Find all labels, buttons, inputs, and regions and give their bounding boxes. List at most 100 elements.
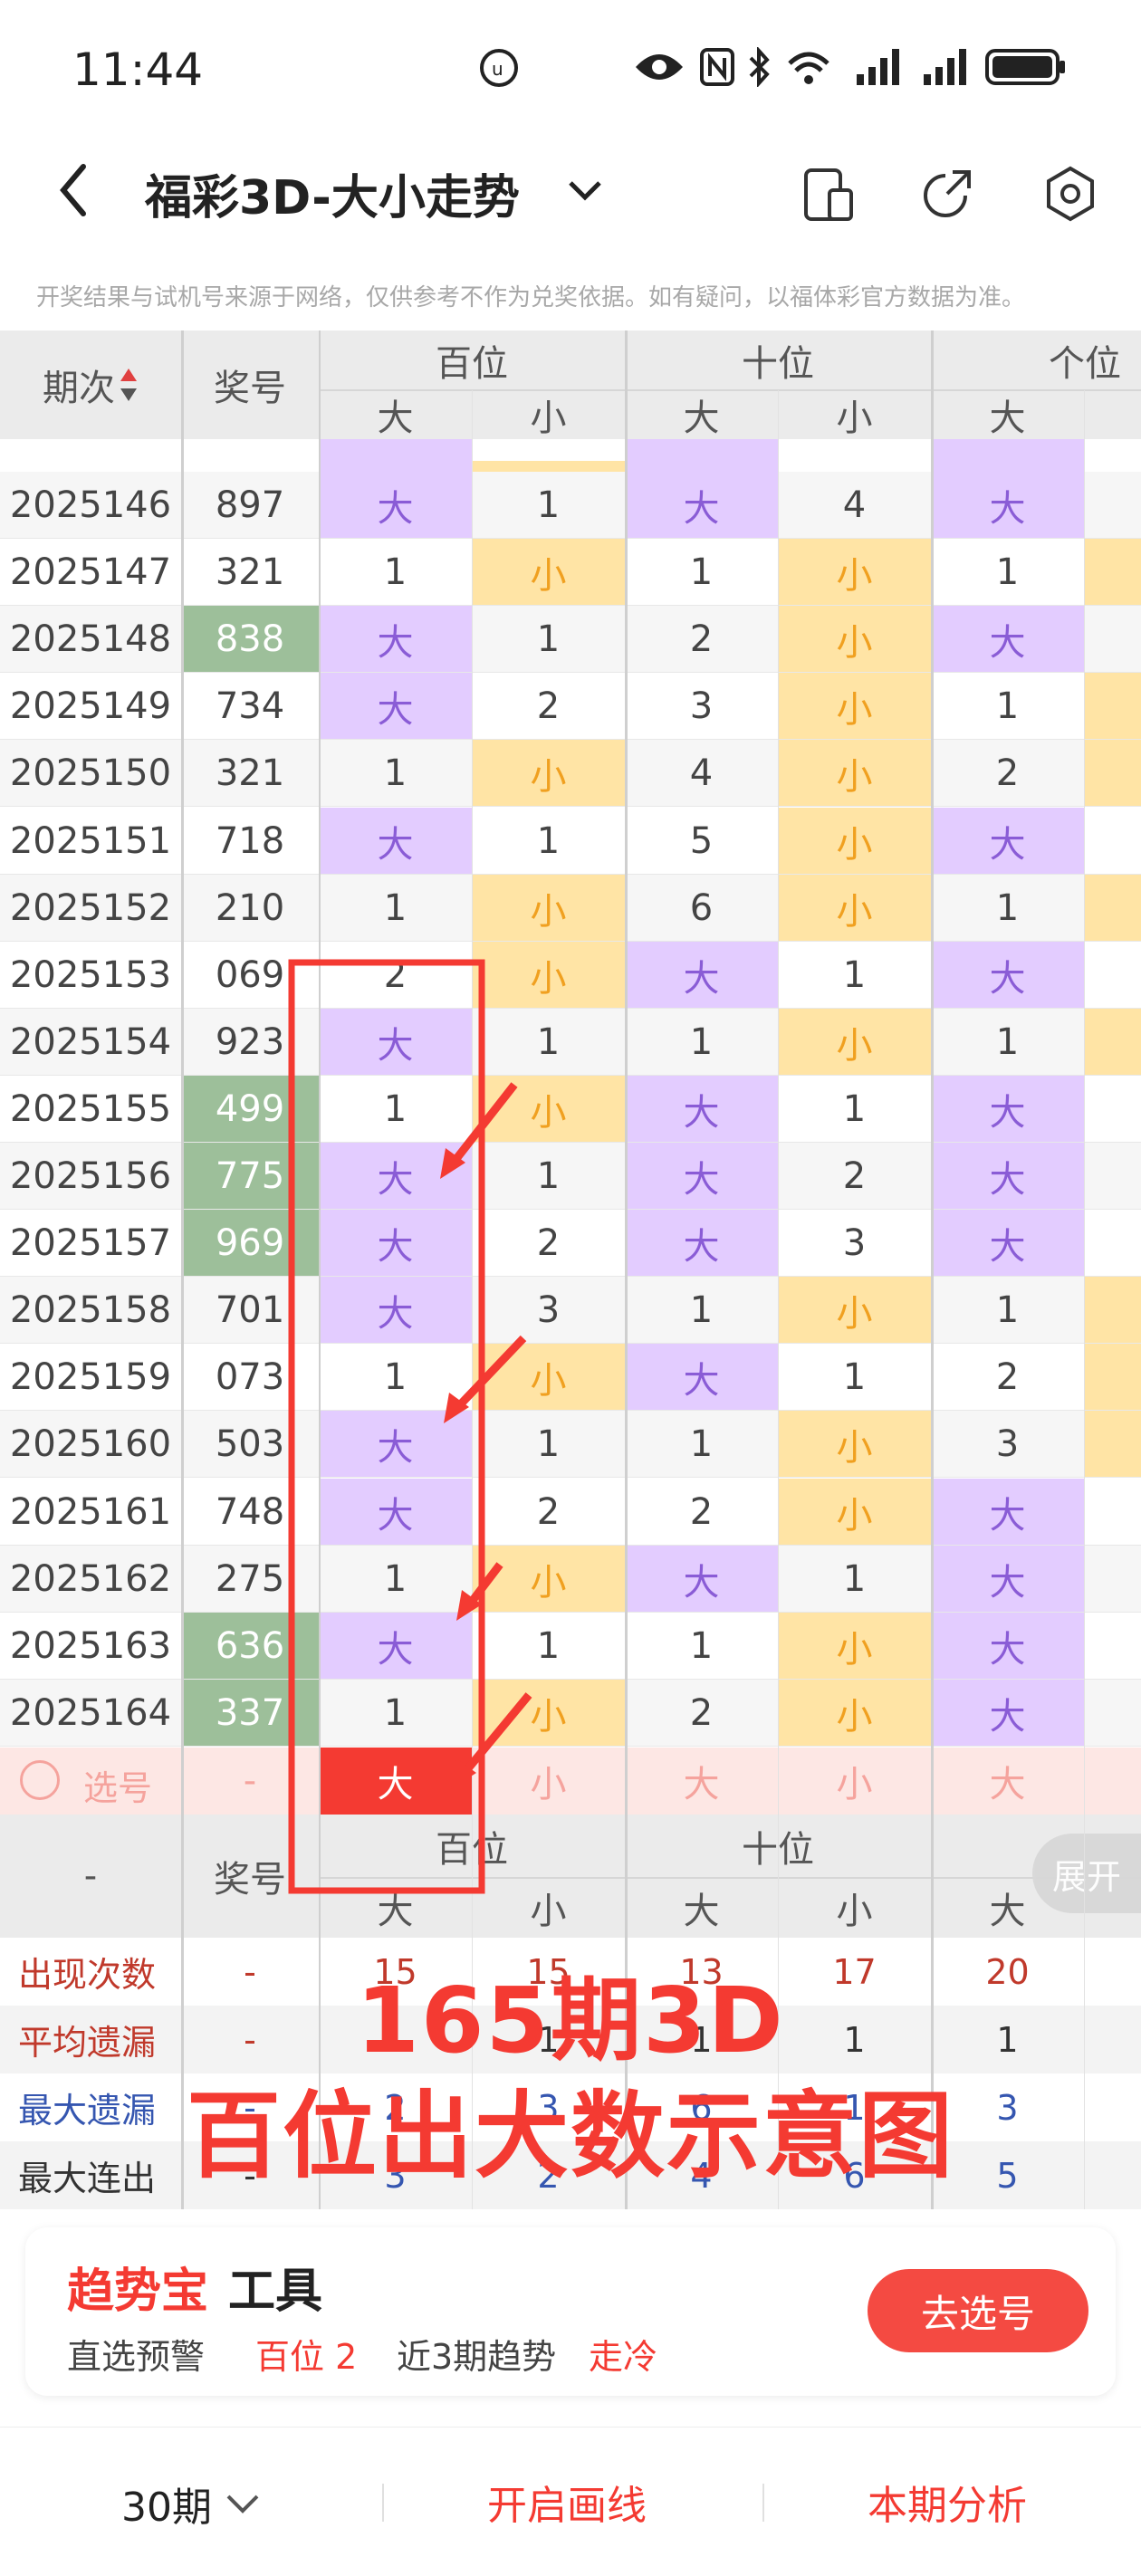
table-row: 2025163 636 大 1 1 小大 [0,1613,1141,1680]
trend-cell: 2 [536,1222,561,1264]
period-cell: 2025162 [9,1558,172,1600]
trend-cell: 大 [319,1277,472,1344]
table-row: 2025150 321 1 小 4 小 2 [0,740,1141,807]
trend-cell: 3 [536,1289,561,1331]
trend-cell: 1 [689,551,714,593]
select-row[interactable]: 选号 - 大 小 大 小 大 [0,1748,1141,1815]
select-cell-hundreds-big[interactable]: 大 [319,1748,472,1815]
table-row: 2025161 748 大 2 2 小大 [0,1479,1141,1546]
status-bar: 11:44 u [0,0,1141,136]
trend-cell: 大 [931,942,1084,1009]
trend-cell: 1 [536,1021,561,1063]
number-header: 奖号 [214,368,286,409]
page-title[interactable]: 福彩3D-大小走势 [145,159,520,227]
trend-cell: 大 [625,1546,778,1613]
trend-cell: 小 [778,1411,931,1478]
trend-cell: 大 [625,1076,778,1143]
settings-icon[interactable] [1043,165,1098,223]
trend-cell: 大 [931,1680,1084,1747]
trend-cell: 大 [931,1546,1084,1613]
trend-cell: 6 [689,887,714,929]
trend-cell-edge [1084,808,1141,875]
select-radio[interactable] [20,1760,60,1800]
draw-line-button[interactable]: 开启画线 [487,2473,647,2531]
number-cell: 499 [181,1076,319,1143]
trend-cell: 小 [778,673,931,740]
trend-cell: 大 [319,808,472,875]
trend-cell: 大 [931,1076,1084,1143]
share-icon[interactable] [920,167,974,221]
trend-cell: 1 [842,954,867,996]
trend-cell: 小 [472,1546,625,1613]
expand-button[interactable]: 展开 [1032,1834,1141,1913]
bottom-bar: 30期 开启画线 本期分析 [0,2427,1141,2576]
trend-cell: 1 [383,1692,408,1734]
trend-cell: 大 [625,1344,778,1411]
trend-cell: 大 [319,1479,472,1546]
eye-icon [636,54,683,80]
number-cell: 718 [215,820,285,862]
number-cell: 275 [215,1558,285,1600]
trend-cell: 小 [472,942,625,1009]
trend-cell: 1 [536,484,561,526]
number-cell: 701 [215,1289,285,1331]
chevron-down-icon[interactable] [565,177,605,205]
period-cell: 2025151 [9,820,172,862]
trend-cell: 2 [689,1692,714,1734]
analysis-button[interactable]: 本期分析 [868,2473,1027,2531]
trend-cell: 大 [319,1613,472,1680]
number-cell: 073 [215,1356,285,1398]
trend-cell: 1 [689,1625,714,1667]
table-row: 2025152 210 1 小 6 小 1 [0,875,1141,942]
trend-cell: 3 [689,685,714,727]
svg-text:u: u [492,58,503,80]
select-cell-tens-small[interactable]: 小 [778,1748,931,1815]
device-icon[interactable] [802,167,855,223]
trend-value: 走冷 [589,2337,658,2377]
trend-cell: 大 [625,472,778,539]
trend-cell-edge [1084,740,1141,807]
trend-cell-edge [1084,1546,1141,1613]
period-header[interactable]: 期次 [0,330,181,439]
ones-big-header: 大 [989,397,1026,439]
select-cell-ones-big[interactable]: 大 [931,1748,1084,1815]
footer-header: - 奖号 百位 十位 大 小 大 小 大 [0,1815,1141,1938]
trend-cell: 1 [995,1021,1020,1063]
trend-cell-edge [1084,606,1141,673]
trend-cell: 大 [625,1143,778,1210]
sort-icon[interactable] [119,367,139,403]
period-cell: 2025150 [9,752,172,794]
select-cell-hundreds-small[interactable]: 小 [472,1748,625,1815]
footer-dash: - [83,1855,98,1897]
footer-tens-big: 大 [683,1891,720,1932]
trend-cell: 大 [319,606,472,673]
trend-cell: 2 [995,1356,1020,1398]
trend-cell: 1 [536,1155,561,1197]
trend-cell: 3 [995,1423,1020,1465]
period-cell: 2025159 [9,1356,172,1398]
trend-label: 近3期趋势 [397,2337,557,2377]
table-row: 2025164 337 1 小 2 小大 [0,1680,1141,1747]
trend-cell: 1 [383,1558,408,1600]
back-icon[interactable] [56,161,92,219]
trend-cell-edge [1084,942,1141,1009]
trend-cell: 1 [383,887,408,929]
trend-cell: 1 [536,1625,561,1667]
table-row: 2025158 701 大 3 1 小 1 [0,1277,1141,1344]
trend-cell: 大 [931,472,1084,539]
select-cell-tens-big[interactable]: 大 [625,1748,778,1815]
signal-icon-2 [924,49,966,85]
trend-cell: 小 [472,539,625,606]
trend-cell: 小 [472,1344,625,1411]
status-time: 11:44 [72,43,204,96]
trend-cell: 1 [536,1423,561,1465]
number-cell: 636 [181,1613,319,1680]
period-select[interactable]: 30期 [121,2475,261,2533]
trend-cell-edge [1084,1143,1141,1210]
number-cell: 321 [215,551,285,593]
footer-tens-small: 小 [836,1891,873,1932]
number-cell: 069 [215,954,285,996]
select-number-button[interactable]: 去选号 [868,2269,1088,2352]
trend-cell: 2 [995,752,1020,794]
trend-cell: 1 [383,1356,408,1398]
